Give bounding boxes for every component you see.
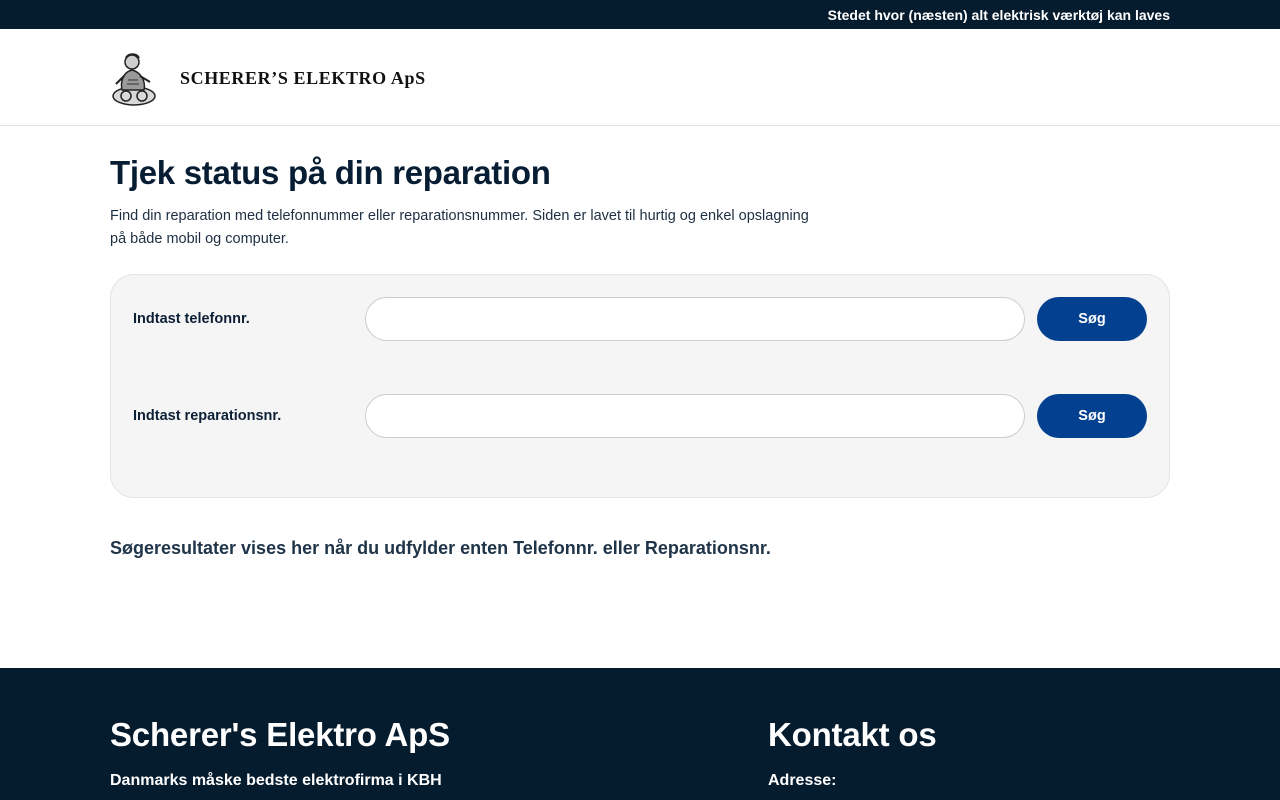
footer-contact-column: Kontakt os Adresse: [768, 715, 1170, 790]
footer-company-column: Scherer's Elektro ApS Danmarks måske bed… [110, 715, 768, 790]
craftsman-emblem-icon [110, 50, 158, 106]
site-header: SCHERER’S ELEKTRO ApS [0, 29, 1280, 126]
search-results-hint: Søgeresultater vises her når du udfylder… [110, 538, 771, 558]
footer-company-heading: Scherer's Elektro ApS [110, 716, 450, 753]
top-bar-tagline: Stedet hvor (næsten) alt elektrisk værkt… [827, 6, 1170, 23]
main-content: Tjek status på din reparation Find din r… [110, 126, 1170, 668]
repair-search-button[interactable]: Søg [1037, 394, 1147, 438]
site-footer: Scherer's Elektro ApS Danmarks måske bed… [0, 668, 1280, 800]
page-title: Tjek status på din reparation [110, 154, 551, 191]
site-logo[interactable]: SCHERER’S ELEKTRO ApS [110, 50, 426, 106]
footer-contact-heading: Kontakt os [768, 716, 937, 753]
intro-text: Find din reparation med telefonnummer el… [110, 208, 809, 247]
top-bar: Stedet hvor (næsten) alt elektrisk værkt… [0, 0, 1280, 29]
repair-search-row: Indtast reparationsnr. Søg [133, 394, 1147, 438]
phone-search-button[interactable]: Søg [1037, 297, 1147, 341]
phone-search-label: Indtast telefonnr. [133, 311, 250, 327]
repair-search-label: Indtast reparationsnr. [133, 408, 282, 424]
repair-search-input[interactable] [365, 394, 1025, 438]
search-panel: Indtast telefonnr. Søg Indtast reparatio… [110, 274, 1170, 498]
footer-company-tagline: Danmarks måske bedste elektrofirma i KBH [110, 772, 442, 789]
phone-search-row: Indtast telefonnr. Søg [133, 297, 1147, 341]
phone-search-input[interactable] [365, 297, 1025, 341]
logo-wordmark: SCHERER’S ELEKTRO ApS [180, 67, 426, 88]
footer-address-label: Adresse: [768, 772, 837, 789]
